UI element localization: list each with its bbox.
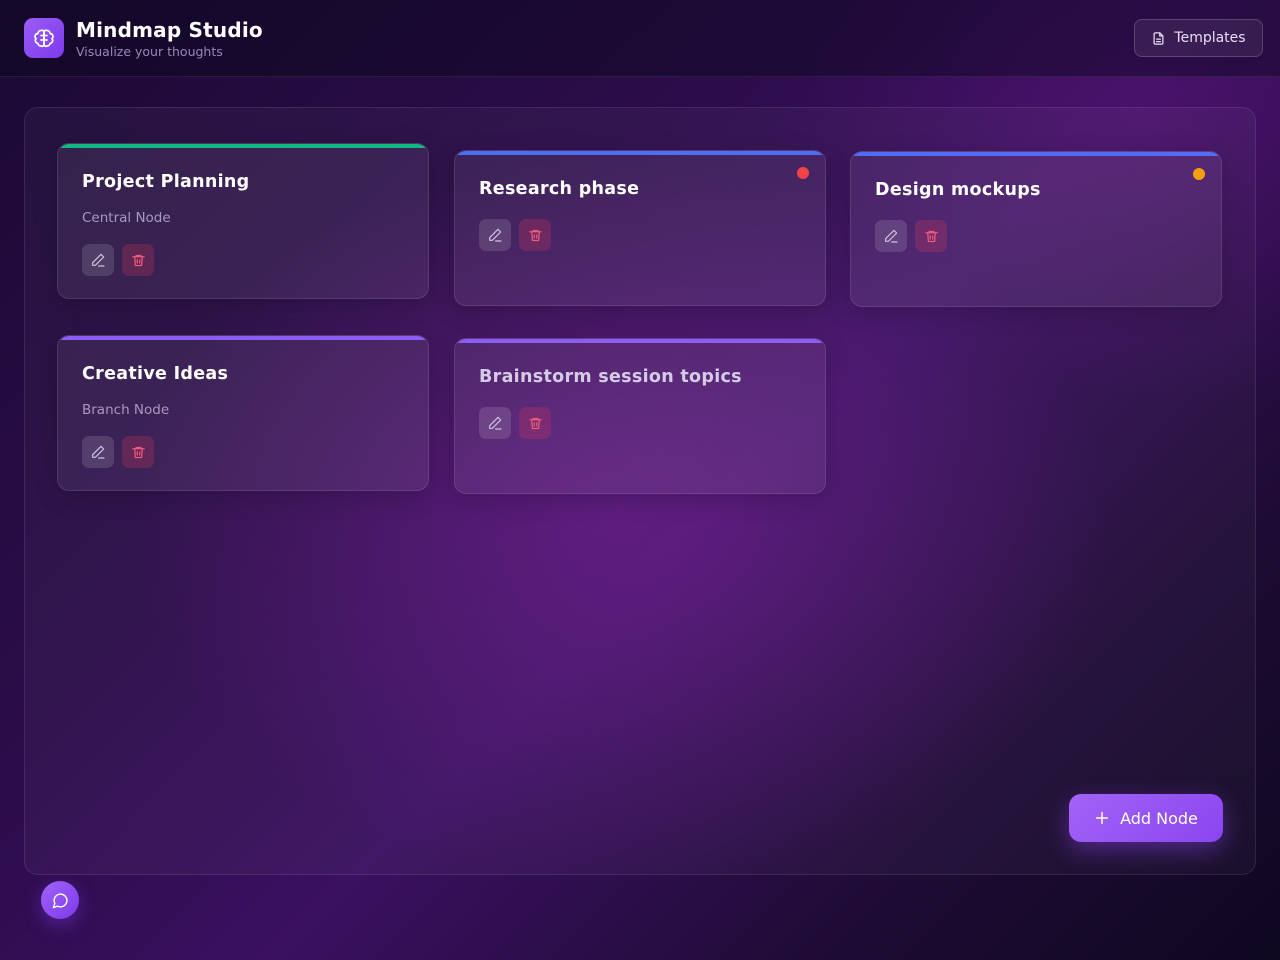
document-icon	[1151, 31, 1166, 46]
edit-node-button[interactable]	[479, 407, 511, 439]
node-accent-bar	[851, 152, 1221, 156]
node-card[interactable]: Research phase	[454, 150, 826, 306]
add-node-button[interactable]: Add Node	[1069, 794, 1223, 842]
delete-node-button[interactable]	[122, 436, 154, 468]
delete-node-button[interactable]	[519, 219, 551, 251]
templates-button[interactable]: Templates	[1134, 19, 1263, 57]
chat-button[interactable]	[41, 881, 79, 919]
pencil-icon	[90, 444, 106, 460]
node-title: Creative Ideas	[82, 364, 229, 384]
edit-node-button[interactable]	[875, 220, 907, 252]
node-title: Brainstorm session topics	[479, 367, 742, 387]
status-dot	[797, 167, 809, 179]
add-node-label: Add Node	[1120, 808, 1198, 828]
node-title: Design mockups	[875, 180, 1041, 200]
pencil-icon	[487, 227, 503, 243]
node-type-label: Central Node	[82, 210, 171, 226]
trash-icon	[924, 229, 939, 244]
edit-node-button[interactable]	[479, 219, 511, 251]
pencil-icon	[883, 228, 899, 244]
node-accent-bar	[58, 336, 428, 340]
delete-node-button[interactable]	[122, 244, 154, 276]
trash-icon	[131, 445, 146, 460]
node-card[interactable]: Creative Ideas Branch Node	[57, 335, 429, 491]
delete-node-button[interactable]	[519, 407, 551, 439]
brain-icon	[24, 18, 64, 58]
app-subtitle: Visualize your thoughts	[76, 44, 223, 59]
node-accent-bar	[455, 151, 825, 155]
status-dot	[1193, 168, 1205, 180]
app-header: Mindmap Studio Visualize your thoughts T…	[0, 0, 1280, 77]
app-title: Mindmap Studio	[76, 18, 263, 42]
trash-icon	[528, 228, 543, 243]
node-title: Project Planning	[82, 172, 250, 192]
trash-icon	[528, 416, 543, 431]
node-accent-bar	[455, 339, 825, 343]
chat-bubble-icon	[52, 892, 69, 909]
node-card[interactable]: Design mockups	[850, 151, 1222, 307]
pencil-icon	[90, 252, 106, 268]
templates-label: Templates	[1174, 30, 1246, 46]
node-title: Research phase	[479, 179, 640, 199]
node-accent-bar	[58, 144, 428, 148]
edit-node-button[interactable]	[82, 436, 114, 468]
plus-icon	[1094, 810, 1110, 826]
pencil-icon	[487, 415, 503, 431]
edit-node-button[interactable]	[82, 244, 114, 276]
node-card[interactable]: Brainstorm session topics	[454, 338, 826, 494]
node-type-label: Branch Node	[82, 402, 170, 418]
trash-icon	[131, 253, 146, 268]
delete-node-button[interactable]	[915, 220, 947, 252]
node-card[interactable]: Project Planning Central Node	[57, 143, 429, 299]
